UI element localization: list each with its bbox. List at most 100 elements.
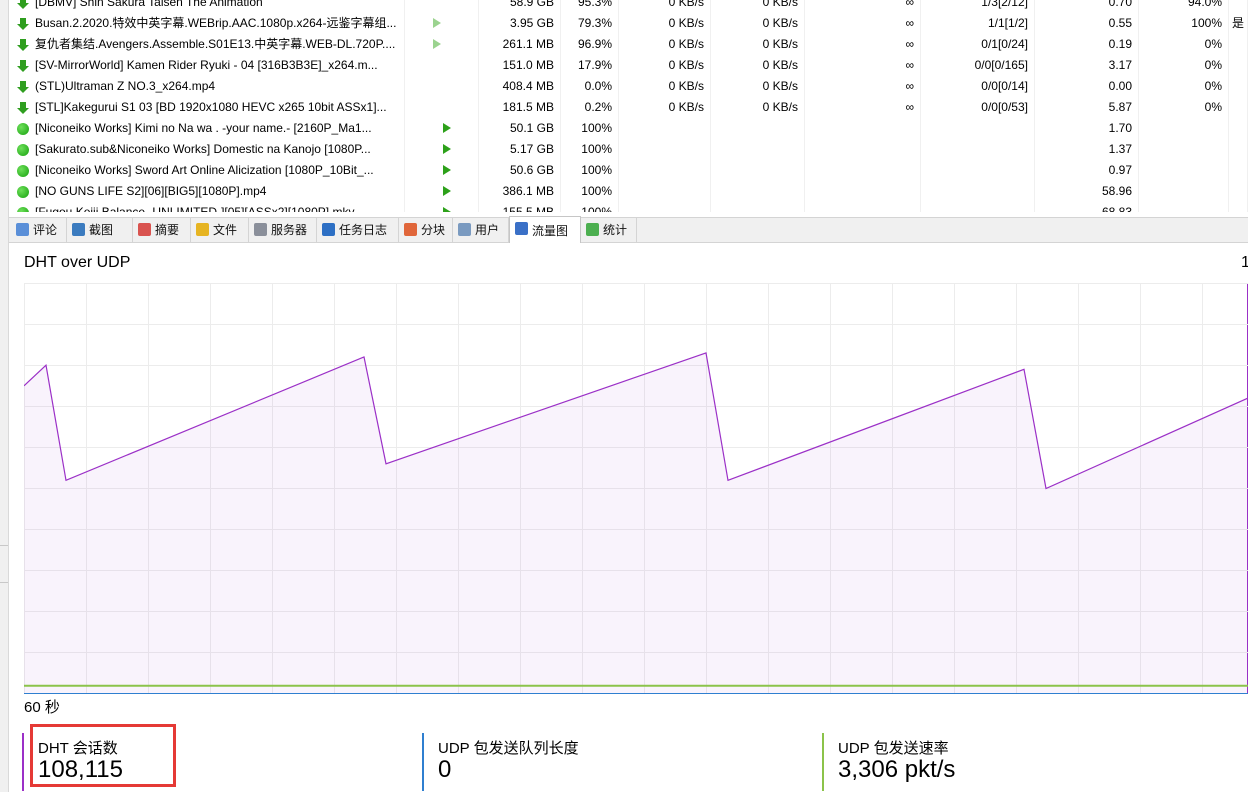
table-row[interactable]: (STL)Ultraman Z NO.3_x264.mp4 408.4 MB 0.0…	[9, 76, 1248, 97]
status-indicator-cell	[405, 0, 479, 13]
log-icon	[322, 223, 335, 236]
status-indicator-cell	[405, 76, 479, 97]
tab-label: 用户	[475, 223, 500, 237]
table-row[interactable]: [Fugou Keiji Balance -UNLIMITED-][05][AS…	[9, 202, 1248, 212]
detail-tabs: 评论 截图 摘要 文件 服务器 任务日志 分块 用户 流量图 统计	[9, 216, 1248, 243]
cell-ratio: 0.70	[1035, 0, 1139, 13]
stalled-icon	[433, 39, 441, 49]
cell-ratio: 1.70	[1035, 118, 1139, 139]
torrent-list[interactable]: [DBMV] Shin Sakura Taisen The Animation 5…	[9, 0, 1248, 212]
table-row[interactable]: [SV-MirrorWorld] Kamen Rider Ryuki - 04 …	[9, 55, 1248, 76]
cell-up	[711, 139, 805, 160]
status-indicator-cell	[405, 181, 479, 202]
table-row[interactable]: [DBMV] Shin Sakura Taisen The Animation 5…	[9, 0, 1248, 13]
cell-seeds	[921, 181, 1035, 202]
metric-color-bar	[422, 733, 424, 791]
cell-done: 100%	[561, 118, 619, 139]
cell-up	[711, 118, 805, 139]
cell-size: 151.0 MB	[479, 55, 561, 76]
cell-avail: 0%	[1139, 97, 1229, 118]
tab-graph[interactable]: 流量图	[509, 216, 581, 243]
cell-extra: 是	[1229, 13, 1248, 34]
cell-up: 0 KB/s	[711, 34, 805, 55]
cell-name: (STL)Ultraman Z NO.3_x264.mp4	[9, 76, 405, 97]
cell-seeds: 1/3[2/12]	[921, 0, 1035, 13]
tab-comment[interactable]: 评论	[11, 218, 67, 242]
graph-title: DHT over UDP	[24, 254, 131, 271]
cell-done: 17.9%	[561, 55, 619, 76]
tab-label: 截图	[89, 223, 114, 237]
cell-eta	[805, 118, 921, 139]
table-row[interactable]: [Sakurato.sub&Niconeiko Works] Domestic …	[9, 139, 1248, 160]
cell-name: [NO GUNS LIFE S2][06][BIG5][1080P].mp4	[9, 181, 405, 202]
metric-udp-rate: UDP 包发送速率 3,306 pkt/s	[822, 733, 1222, 791]
highlight-box	[30, 724, 176, 787]
cell-eta	[805, 160, 921, 181]
sidebar-divider	[0, 582, 8, 583]
status-indicator-cell	[405, 202, 479, 212]
cell-eta: ∞	[805, 97, 921, 118]
cell-down: 0 KB/s	[619, 55, 711, 76]
tab-label: 服务器	[271, 223, 308, 237]
table-row[interactable]: [Niconeiko Works] Kimi no Na wa . -your …	[9, 118, 1248, 139]
tab-screenshot[interactable]: 截图	[67, 218, 133, 242]
cell-extra	[1229, 202, 1248, 212]
cell-name: 复仇者集结.Avengers.Assemble.S01E13.中英字幕.WEB-…	[9, 34, 405, 55]
cell-extra	[1229, 0, 1248, 13]
cell-up: 0 KB/s	[711, 0, 805, 13]
tab-server[interactable]: 服务器	[249, 218, 317, 242]
table-row[interactable]: [Niconeiko Works] Sword Art Online Alici…	[9, 160, 1248, 181]
cell-up	[711, 181, 805, 202]
cell-extra	[1229, 55, 1248, 76]
cell-name: [DBMV] Shin Sakura Taisen The Animation	[9, 0, 405, 13]
status-indicator-cell	[405, 139, 479, 160]
metric-color-bar	[22, 733, 24, 791]
cell-done: 96.9%	[561, 34, 619, 55]
tab-pieces[interactable]: 分块	[399, 218, 453, 242]
cell-ratio: 0.00	[1035, 76, 1139, 97]
summary-icon	[138, 223, 151, 236]
cell-extra	[1229, 97, 1248, 118]
pieces-icon	[404, 223, 417, 236]
cell-seeds: 0/0[0/14]	[921, 76, 1035, 97]
tab-label: 任务日志	[339, 223, 388, 237]
table-row[interactable]: [NO GUNS LIFE S2][06][BIG5][1080P].mp4 38…	[9, 181, 1248, 202]
status-indicator-cell	[405, 13, 479, 34]
cell-size: 50.6 GB	[479, 160, 561, 181]
cell-seeds	[921, 139, 1035, 160]
graph-scale-label: 1	[1241, 254, 1248, 271]
table-row[interactable]: [STL]Kakegurui S1 03 [BD 1920x1080 HEVC …	[9, 97, 1248, 118]
cell-down	[619, 202, 711, 212]
graph-time-label: 60 秒	[24, 699, 60, 716]
cell-name: [Fugou Keiji Balance -UNLIMITED-][05][AS…	[9, 202, 405, 212]
cell-eta: ∞	[805, 55, 921, 76]
cell-done: 100%	[561, 160, 619, 181]
cell-eta	[805, 139, 921, 160]
table-row[interactable]: 复仇者集结.Avengers.Assemble.S01E13.中英字幕.WEB-…	[9, 34, 1248, 55]
cell-eta: ∞	[805, 0, 921, 13]
table-row[interactable]: Busan.2.2020.特效中英字幕.WEBrip.AAC.1080p.x26…	[9, 13, 1248, 34]
cell-avail	[1139, 202, 1229, 212]
metric-label: UDP 包发送速率	[838, 740, 949, 757]
cell-done: 79.3%	[561, 13, 619, 34]
cell-avail	[1139, 160, 1229, 181]
tab-label: 评论	[33, 223, 58, 237]
stalled-icon	[433, 18, 441, 28]
tab-summary[interactable]: 摘要	[133, 218, 191, 242]
tab-file[interactable]: 文件	[191, 218, 249, 242]
cell-down: 0 KB/s	[619, 13, 711, 34]
status-indicator-cell	[405, 34, 479, 55]
cell-name: Busan.2.2020.特效中英字幕.WEBrip.AAC.1080p.x26…	[9, 13, 405, 34]
tab-user[interactable]: 用户	[453, 218, 509, 242]
play-icon	[443, 165, 451, 175]
cell-done: 100%	[561, 202, 619, 212]
cell-down: 0 KB/s	[619, 97, 711, 118]
tab-log[interactable]: 任务日志	[317, 218, 399, 242]
play-icon	[443, 186, 451, 196]
tab-stats[interactable]: 统计	[581, 218, 637, 242]
cell-seeds: 0/0[0/165]	[921, 55, 1035, 76]
cell-avail	[1139, 139, 1229, 160]
cell-avail: 0%	[1139, 76, 1229, 97]
traffic-graph	[24, 283, 1248, 694]
cell-avail	[1139, 181, 1229, 202]
